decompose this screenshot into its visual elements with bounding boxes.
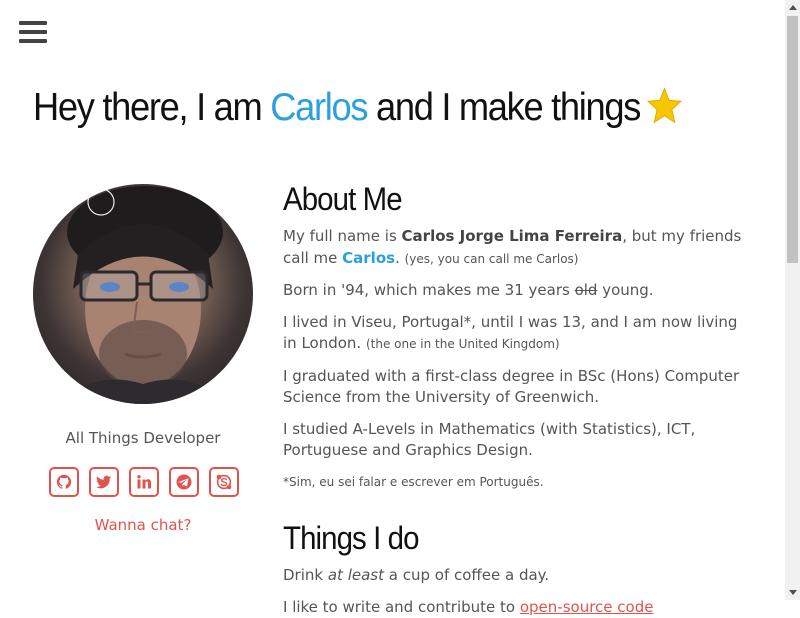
linkedin-link[interactable] xyxy=(129,467,159,497)
text: Born in '94, which makes me 31 years xyxy=(283,281,575,299)
about-heading: About Me xyxy=(283,178,715,220)
github-link[interactable] xyxy=(49,467,79,497)
scrollbar[interactable] xyxy=(785,0,800,600)
text: Drink xyxy=(283,566,328,584)
about-paragraph-alevels: I studied A-Levels in Mathematics (with … xyxy=(283,419,753,462)
name-note: (yes, you can call me Carlos) xyxy=(405,252,579,266)
about-paragraph-degree: I graduated with a first-class degree in… xyxy=(283,366,753,409)
scroll-up-arrow-icon[interactable] xyxy=(785,0,800,15)
location-note: (the one in the United Kingdom) xyxy=(366,337,560,351)
text: . xyxy=(395,249,405,267)
text: a cup of coffee a day. xyxy=(384,566,549,584)
skype-icon xyxy=(216,474,232,490)
star-icon xyxy=(646,86,683,126)
about-footnote: *Sim, eu sei falar e escrever em Portugu… xyxy=(283,472,753,494)
avatar xyxy=(33,184,253,404)
scroll-thumb[interactable] xyxy=(787,16,798,263)
linkedin-icon xyxy=(136,474,152,490)
things-paragraph-coffee: Drink at least a cup of coffee a day. xyxy=(283,565,753,587)
scroll-down-arrow-icon[interactable] xyxy=(785,585,800,600)
github-icon xyxy=(56,474,72,490)
text: I like to write and contribute to xyxy=(283,598,520,616)
main-content: About Me My full name is Carlos Jorge Li… xyxy=(283,178,753,618)
about-paragraph-name: My full name is Carlos Jorge Lima Ferrei… xyxy=(283,226,753,270)
text: My full name is xyxy=(283,227,402,245)
hero-name: Carlos xyxy=(270,86,367,129)
about-paragraph-age: Born in '94, which makes me 31 years old… xyxy=(283,280,753,302)
about-paragraph-location: I lived in Viseu, Portugal*, until I was… xyxy=(283,312,753,356)
skype-link[interactable] xyxy=(209,467,239,497)
telegram-icon xyxy=(176,474,192,490)
role-label: All Things Developer xyxy=(33,429,253,447)
emphasis: at least xyxy=(328,566,384,584)
text: young. xyxy=(597,281,653,299)
twitter-link[interactable] xyxy=(89,467,119,497)
things-heading: Things I do xyxy=(283,517,715,559)
hero-suffix: and I make things xyxy=(367,86,640,129)
struck-word: old xyxy=(575,281,598,299)
full-name: Carlos Jorge Lima Ferreira xyxy=(402,227,623,245)
hamburger-menu-icon[interactable] xyxy=(19,20,47,45)
chat-link[interactable]: Wanna chat? xyxy=(33,516,253,534)
social-links xyxy=(48,467,243,497)
twitter-icon xyxy=(96,474,112,490)
open-source-link[interactable]: open-source code xyxy=(520,598,654,616)
nickname: Carlos xyxy=(342,249,395,267)
hero-prefix: Hey there, I am xyxy=(33,86,270,129)
hero-title: Hey there, I am Carlos and I make things xyxy=(33,84,683,132)
telegram-link[interactable] xyxy=(169,467,199,497)
